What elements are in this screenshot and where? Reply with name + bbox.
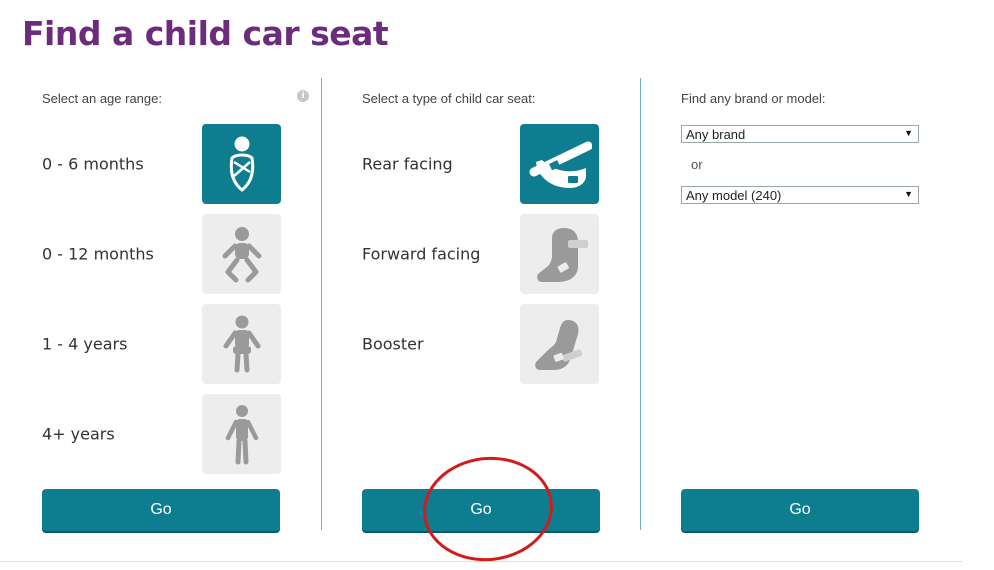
brand-select-value: Any brand — [686, 127, 746, 142]
bottom-divider — [0, 561, 962, 562]
rear-facing-seat-icon[interactable] — [520, 124, 599, 204]
age-option-4-plus-years[interactable]: 4+ years — [42, 394, 282, 474]
age-go-button[interactable]: Go — [42, 489, 280, 531]
seat-type-label: Rear facing — [362, 154, 453, 174]
age-option-1-4-years[interactable]: 1 - 4 years — [42, 304, 282, 384]
age-option-0-6-months[interactable]: 0 - 6 months — [42, 124, 282, 204]
model-select-value: Any model (240) — [686, 188, 782, 203]
dropdown-arrow-icon: ▼ — [904, 128, 913, 138]
seat-type-forward-facing[interactable]: Forward facing — [362, 214, 602, 294]
age-option-label: 1 - 4 years — [42, 334, 128, 354]
seat-type-label: Booster — [362, 334, 424, 354]
highlight-circle-annotation — [417, 450, 559, 568]
booster-seat-icon[interactable] — [520, 304, 599, 384]
column-divider — [321, 78, 322, 530]
seat-type-label: Select a type of child car seat: — [362, 91, 536, 106]
age-option-label: 4+ years — [42, 424, 115, 444]
age-option-0-12-months[interactable]: 0 - 12 months — [42, 214, 282, 294]
brand-go-button[interactable]: Go — [681, 489, 919, 531]
info-icon[interactable]: i — [297, 90, 309, 102]
age-option-label: 0 - 6 months — [42, 154, 144, 174]
page-title: Find a child car seat — [22, 14, 389, 53]
brand-select[interactable]: Any brand ▼ — [681, 125, 919, 143]
model-select[interactable]: Any model (240) ▼ — [681, 186, 919, 204]
age-range-label: Select an age range: — [42, 91, 162, 106]
baby-icon[interactable] — [202, 214, 281, 294]
toddler-icon[interactable] — [202, 304, 281, 384]
dropdown-arrow-icon: ▼ — [904, 189, 913, 199]
or-separator: or — [691, 157, 703, 172]
swaddled-baby-icon[interactable] — [202, 124, 281, 204]
brand-model-label: Find any brand or model: — [681, 91, 826, 106]
column-divider — [640, 78, 641, 530]
child-icon[interactable] — [202, 394, 281, 474]
forward-facing-seat-icon[interactable] — [520, 214, 599, 294]
seat-type-booster[interactable]: Booster — [362, 304, 602, 384]
seat-type-rear-facing[interactable]: Rear facing — [362, 124, 602, 204]
seat-type-label: Forward facing — [362, 244, 481, 264]
age-option-label: 0 - 12 months — [42, 244, 154, 264]
